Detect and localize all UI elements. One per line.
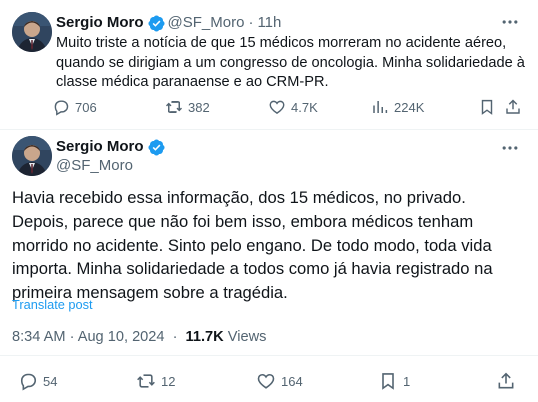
- post-header: Sergio Moro @SF_Moro · 11h: [56, 13, 281, 33]
- like-icon: [256, 371, 276, 391]
- share-icon: [504, 98, 522, 116]
- verified-badge-icon: [147, 14, 165, 32]
- author-handle[interactable]: @SF_Moro: [56, 156, 133, 176]
- views-button[interactable]: 224K: [371, 96, 424, 118]
- repost-button[interactable]: 382: [165, 96, 210, 118]
- reply-count: 54: [43, 373, 58, 389]
- post-text: Havia recebido essa informação, dos 15 m…: [12, 188, 493, 303]
- share-icon: [496, 371, 516, 391]
- author-name[interactable]: Sergio Moro: [56, 137, 144, 157]
- bookmark-button[interactable]: [478, 96, 496, 118]
- post-timestamp[interactable]: 8:34 AM · Aug 10, 2024: [12, 329, 165, 345]
- author-handle[interactable]: @SF_Moro: [168, 13, 245, 33]
- avatar[interactable]: [12, 12, 52, 52]
- separator-dot: ·: [248, 14, 254, 31]
- avatar[interactable]: [12, 136, 52, 176]
- post-actions: 54 12 164 1: [12, 370, 526, 392]
- divider: [0, 129, 538, 130]
- views-icon: [371, 98, 389, 116]
- views-count: 224K: [394, 99, 425, 115]
- like-count: 164: [281, 373, 303, 389]
- repost-button[interactable]: 12: [136, 370, 175, 392]
- post-meta: 8:34 AM · Aug 10, 2024 · 11.7K Views: [12, 327, 266, 347]
- share-button[interactable]: [496, 370, 516, 392]
- translate-post-link[interactable]: Translate post: [12, 297, 93, 312]
- author-name-line: Sergio Moro: [56, 137, 168, 157]
- post-text: Muito triste a notícia de que 15 médicos…: [56, 35, 525, 90]
- divider: [0, 355, 538, 356]
- post-time[interactable]: 11h: [257, 13, 281, 33]
- bookmark-button[interactable]: 1: [378, 370, 410, 392]
- verified-badge-icon: [147, 138, 165, 156]
- previous-post[interactable]: Sergio Moro @SF_Moro · 11h Muito triste …: [0, 0, 538, 129]
- bookmark-icon: [478, 98, 496, 116]
- reply-icon: [52, 98, 70, 116]
- more-icon[interactable]: [500, 138, 520, 158]
- reply-count: 706: [75, 99, 97, 115]
- views-label: Views: [227, 329, 267, 345]
- repost-count: 12: [161, 373, 176, 389]
- repost-count: 382: [188, 99, 210, 115]
- separator-dot: ·: [172, 329, 178, 345]
- reply-icon: [18, 371, 38, 391]
- repost-icon: [136, 371, 156, 391]
- author-name[interactable]: Sergio Moro: [56, 13, 144, 33]
- bookmark-count: 1: [403, 373, 411, 389]
- post-actions: 706 382 4.7K 224K: [52, 96, 530, 118]
- reply-button[interactable]: 706: [52, 96, 97, 118]
- like-button[interactable]: 4.7K: [268, 96, 318, 118]
- views-count: 11.7K: [185, 329, 224, 345]
- reply-button[interactable]: 54: [18, 370, 57, 392]
- bookmark-icon: [378, 371, 398, 391]
- like-count: 4.7K: [291, 99, 318, 115]
- like-icon: [268, 98, 286, 116]
- repost-icon: [165, 98, 183, 116]
- post-thread: Sergio Moro @SF_Moro · 11h Muito triste …: [0, 0, 538, 402]
- more-icon[interactable]: [500, 12, 520, 32]
- share-button[interactable]: [504, 96, 522, 118]
- like-button[interactable]: 164: [256, 370, 303, 392]
